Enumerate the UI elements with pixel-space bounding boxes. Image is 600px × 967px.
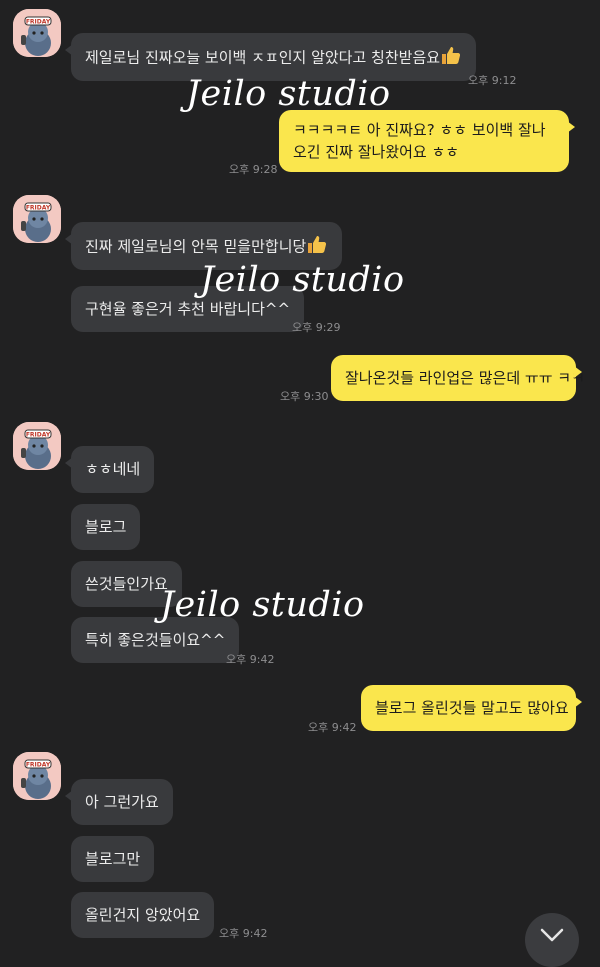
avatar-image: FRIDAY	[13, 9, 61, 57]
message-text: ㅋㅋㅋㅋㅌ 아 진짜요? ㅎㅎ 보이백 잘나오긴 진짜 잘나왔어요 ㅎㅎ	[293, 121, 546, 161]
avatar-label: FRIDAY	[26, 432, 51, 439]
avatar[interactable]: FRIDAY	[13, 9, 61, 57]
message-text: 블로그 올린것들 말고도 많아요	[375, 699, 569, 717]
message-text: 쓴것들인가요	[85, 575, 168, 593]
message-time: 오후 9:42	[308, 721, 357, 734]
message-text: 진짜 제일로님의 안목 믿을만합니당	[85, 237, 307, 256]
avatar[interactable]: FRIDAY	[13, 195, 61, 243]
message-bubble[interactable]: 블로그만	[71, 836, 155, 882]
avatar-image: FRIDAY	[13, 195, 61, 243]
message-bubble[interactable]: 아 그런가요	[65, 779, 173, 825]
message-bubble[interactable]: 블로그 올린것들 말고도 많아요	[361, 685, 582, 731]
scroll-to-bottom-button[interactable]	[525, 913, 579, 967]
message-time: 오후 9:12	[468, 74, 517, 87]
message-text: 특히 좋은것들이요^^	[85, 631, 226, 649]
message-time: 오후 9:42	[219, 927, 268, 940]
message-text: 아 그런가요	[85, 793, 159, 811]
message-bubble[interactable]: 올린건지 앙았어요	[71, 892, 215, 938]
avatar-label: FRIDAY	[26, 205, 51, 212]
avatar[interactable]: FRIDAY	[13, 422, 61, 470]
avatar-image: FRIDAY	[13, 752, 61, 800]
avatar-label: FRIDAY	[26, 19, 51, 26]
thumbs-up-icon	[306, 234, 328, 260]
chevron-down-icon	[540, 928, 564, 942]
message-time: 오후 9:28	[229, 163, 278, 176]
message-bubble[interactable]: 잘나온것들 라인업은 많은데 ㅠㅠ ㅋㅋ	[331, 355, 585, 401]
message-time: 오후 9:42	[226, 653, 275, 666]
message-text: 블로그만	[85, 850, 141, 868]
avatar-image: FRIDAY	[13, 422, 61, 470]
message-time: 오후 9:30	[280, 390, 329, 403]
message-bubble[interactable]: ㅎㅎ네네	[64, 446, 155, 493]
avatar-label: FRIDAY	[26, 762, 51, 769]
message-text: 제일로님 진짜오늘 보이백 ㅈㅍ인지 알았다고 칭찬받음요	[85, 48, 441, 67]
avatar[interactable]: FRIDAY	[13, 752, 61, 800]
watermark: Jeilo studio	[160, 585, 365, 625]
watermark: Jeilo studio	[186, 74, 391, 114]
message-text: 올린건지 앙았어요	[85, 906, 201, 924]
message-text: 구현율 좋은거 추천 바랍니다^^	[85, 300, 291, 318]
message-text: 블로그	[85, 518, 127, 536]
message-bubble[interactable]: ㅋㅋㅋㅋㅌ 아 진짜요? ㅎㅎ 보이백 잘나오긴 진짜 잘나왔어요 ㅎㅎ	[279, 110, 575, 172]
message-text: 잘나온것들 라인업은 많은데 ㅠㅠ ㅋㅋ	[345, 369, 585, 387]
message-bubble[interactable]: 블로그	[71, 504, 141, 550]
message-text: ㅎㅎ네네	[85, 460, 141, 478]
message-time: 오후 9:29	[292, 321, 341, 334]
watermark: Jeilo studio	[200, 260, 405, 300]
thumbs-up-icon	[440, 45, 462, 71]
